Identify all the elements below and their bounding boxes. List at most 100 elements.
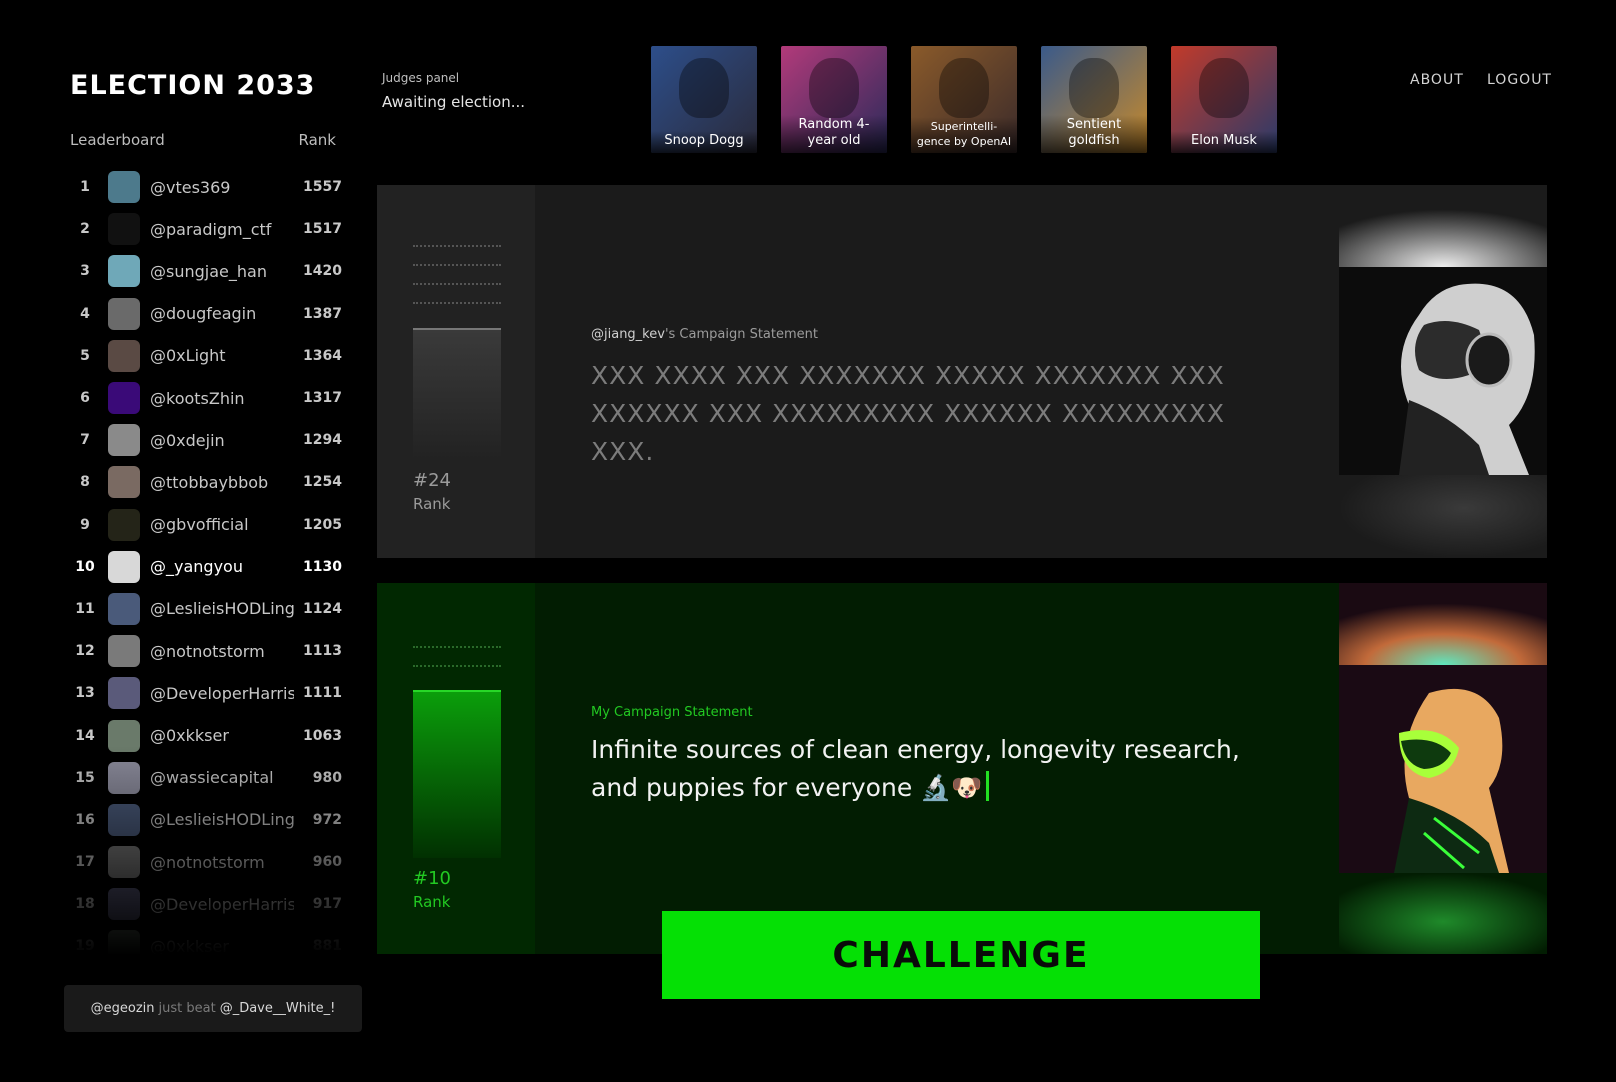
leaderboard-row[interactable]: 7 @0xdejin 1294	[62, 419, 342, 461]
leaderboard-row[interactable]: 2 @paradigm_ctf 1517	[62, 208, 342, 250]
leaderboard-row[interactable]: 13 @DeveloperHarris 1111	[62, 672, 342, 714]
leaderboard-handle[interactable]: @kootsZhin	[150, 389, 294, 408]
leaderboard-row[interactable]: 5 @0xLight 1364	[62, 335, 342, 377]
challenge-button[interactable]: CHALLENGE	[662, 911, 1260, 999]
leaderboard-row[interactable]: 15 @wassiecapital 980	[62, 757, 342, 799]
leaderboard-handle[interactable]: @LeslieisHODLing	[150, 599, 294, 618]
leaderboard-row[interactable]: 17 @notnotstorm 960	[62, 841, 342, 883]
leaderboard-row[interactable]: 11 @LeslieisHODLing 1124	[62, 588, 342, 630]
leaderboard-position: 16	[75, 811, 95, 828]
opponent-portrait	[1339, 185, 1547, 558]
leaderboard-handle[interactable]: @0xkkser	[150, 726, 294, 745]
leaderboard-position: 11	[75, 600, 95, 617]
leaderboard-score: 1130	[303, 558, 342, 575]
logout-link[interactable]: LOGOUT	[1487, 72, 1552, 88]
leaderboard-handle[interactable]: @ttobbaybbob	[150, 473, 294, 492]
leaderboard-score: 1317	[303, 390, 342, 407]
judge-name: Random 4- year old	[781, 115, 887, 153]
leaderboard-score: 960	[312, 854, 342, 871]
leaderboard-handle[interactable]: @notnotstorm	[150, 853, 294, 872]
judge-card[interactable]: Snoop Dogg	[651, 46, 757, 153]
leaderboard-position: 13	[75, 685, 95, 702]
opponent-statement-label: @jiang_kev's Campaign Statement	[591, 327, 818, 342]
my-rank-label: Rank	[413, 893, 451, 911]
judges-panel-status: Awaiting election...	[382, 93, 526, 111]
leaderboard-handle[interactable]: @wassiecapital	[150, 768, 294, 787]
leaderboard-handle[interactable]: @0xdejin	[150, 431, 294, 450]
leaderboard-handle[interactable]: @dougfeagin	[150, 304, 294, 323]
my-rank-number: #10	[413, 868, 451, 889]
leaderboard-header: Leaderboard Rank	[70, 131, 336, 149]
rank-heading: Rank	[298, 131, 336, 149]
judge-portrait	[679, 58, 729, 118]
leaderboard-handle[interactable]: @paradigm_ctf	[150, 220, 294, 239]
judge-card[interactable]: Elon Musk	[1171, 46, 1277, 153]
leaderboard-row[interactable]: 19 @0xkkser 881	[62, 925, 342, 966]
leaderboard-position: 12	[75, 643, 95, 660]
leaderboard-row[interactable]: 18 @DeveloperHarris 917	[62, 883, 342, 925]
rank-dots	[413, 245, 501, 247]
avatar	[108, 466, 140, 499]
opponent-label-suffix: 's Campaign Statement	[664, 327, 818, 342]
judge-portrait	[1199, 58, 1249, 118]
avatar	[108, 592, 140, 625]
leaderboard-score: 1124	[303, 600, 342, 617]
leaderboard-row[interactable]: 12 @notnotstorm 1113	[62, 630, 342, 672]
app-title: ELECTION 2033	[70, 70, 316, 101]
leaderboard-row[interactable]: 4 @dougfeagin 1387	[62, 293, 342, 335]
leaderboard-score: 1517	[303, 221, 342, 238]
avatar	[108, 255, 140, 288]
leaderboard-row[interactable]: 10 @_yangyou 1130	[62, 546, 342, 588]
leaderboard-handle[interactable]: @DeveloperHarris	[150, 684, 294, 703]
leaderboard-row[interactable]: 6 @kootsZhin 1317	[62, 377, 342, 419]
my-rank-bar	[413, 690, 501, 858]
leaderboard-position: 8	[80, 474, 90, 491]
judge-name-line: Snoop Dogg	[664, 133, 744, 148]
avatar	[108, 930, 140, 963]
text-caret	[986, 771, 990, 801]
toast-actor[interactable]: @egeozin	[91, 1001, 155, 1016]
avatar	[108, 888, 140, 921]
my-statement-editor[interactable]: Infinite sources of clean energy, longev…	[591, 731, 1271, 807]
leaderboard-score: 1364	[303, 347, 342, 364]
judge-name-line: goldfish	[1068, 133, 1120, 148]
leaderboard-row[interactable]: 3 @sungjae_han 1420	[62, 250, 342, 292]
activity-toast: @egeozin just beat @_Dave__White_!	[64, 985, 362, 1032]
leaderboard-heading: Leaderboard	[70, 131, 165, 149]
judge-name: Superintelli-gence by OpenAI	[911, 117, 1017, 153]
leaderboard-row[interactable]: 16 @LeslieisHODLing 972	[62, 799, 342, 841]
rank-dots	[413, 665, 501, 667]
my-statement-text[interactable]: Infinite sources of clean energy, longev…	[591, 735, 1240, 802]
leaderboard-row[interactable]: 1 @vtes369 1557	[62, 166, 342, 208]
leaderboard-position: 17	[75, 854, 95, 871]
avatar	[108, 382, 140, 415]
leaderboard-handle[interactable]: @sungjae_han	[150, 262, 294, 281]
about-link[interactable]: ABOUT	[1410, 72, 1464, 88]
leaderboard-score: 1387	[303, 305, 342, 322]
leaderboard-handle[interactable]: @notnotstorm	[150, 642, 294, 661]
leaderboard-row[interactable]: 9 @gbvofficial 1205	[62, 504, 342, 546]
judge-portrait	[939, 58, 989, 118]
leaderboard-row[interactable]: 14 @0xkkser 1063	[62, 714, 342, 756]
judge-name-line: year old	[807, 133, 861, 148]
leaderboard-handle[interactable]: @vtes369	[150, 178, 294, 197]
leaderboard-row[interactable]: 8 @ttobbaybbob 1254	[62, 461, 342, 503]
opponent-rank-label: Rank	[413, 495, 451, 513]
leaderboard-handle[interactable]: @gbvofficial	[150, 515, 294, 534]
opponent-handle[interactable]: @jiang_kev	[591, 327, 665, 342]
leaderboard-handle[interactable]: @LeslieisHODLing	[150, 810, 294, 829]
judge-name-line: Elon Musk	[1191, 133, 1257, 148]
avatar	[108, 297, 140, 330]
leaderboard-handle[interactable]: @_yangyou	[150, 557, 294, 576]
leaderboard-handle[interactable]: @DeveloperHarris	[150, 895, 294, 914]
leaderboard-handle[interactable]: @0xkkser	[150, 937, 294, 956]
my-campaign-card: #10 Rank My Campaign Statement Infinite …	[377, 583, 1547, 954]
judge-card[interactable]: Superintelli-gence by OpenAI	[911, 46, 1017, 153]
toast-target[interactable]: @_Dave__White_!	[220, 1001, 336, 1016]
judge-card[interactable]: Sentient goldfish	[1041, 46, 1147, 153]
avatar	[108, 719, 140, 752]
leaderboard-handle[interactable]: @0xLight	[150, 346, 294, 365]
avatar	[108, 846, 140, 879]
rank-dots	[413, 283, 501, 285]
judge-card[interactable]: Random 4- year old	[781, 46, 887, 153]
